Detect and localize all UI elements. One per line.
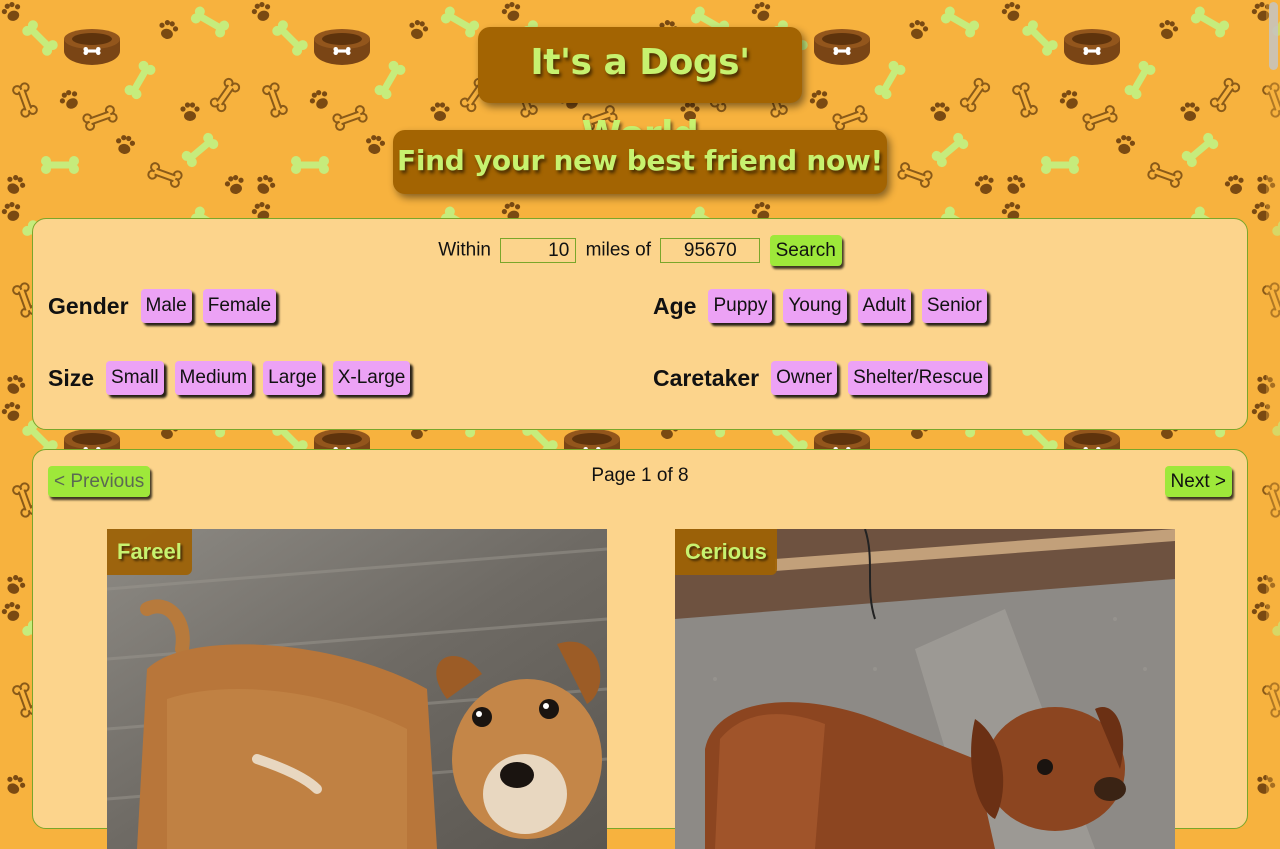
size-label: Size <box>48 364 95 391</box>
size-large-chip[interactable]: Large <box>263 361 322 395</box>
site-title: It's a Dogs' World <box>478 27 802 155</box>
caretaker-filter: Caretaker Owner Shelter/Rescue <box>653 361 999 395</box>
pet-name: Fareel <box>107 529 192 575</box>
age-senior-chip[interactable]: Senior <box>921 289 987 323</box>
pet-photo <box>675 529 1175 849</box>
age-puppy-chip[interactable]: Puppy <box>708 289 773 323</box>
gender-filter: Gender Male Female <box>48 289 287 323</box>
caretaker-label: Caretaker <box>653 364 760 391</box>
gender-female-chip[interactable]: Female <box>202 289 277 323</box>
size-xlarge-chip[interactable]: X-Large <box>332 361 411 395</box>
search-button[interactable]: Search <box>769 235 842 266</box>
age-label: Age <box>653 292 697 319</box>
page-scrollbar[interactable] <box>1266 0 1280 800</box>
caretaker-owner-chip[interactable]: Owner <box>771 361 838 395</box>
age-filter: Age Puppy Young Adult Senior <box>653 289 998 323</box>
next-page-button[interactable]: Next > <box>1164 466 1232 497</box>
pet-photo <box>107 529 607 849</box>
size-medium-chip[interactable]: Medium <box>174 361 253 395</box>
scrollbar-thumb[interactable] <box>1269 2 1278 70</box>
size-filter: Size Small Medium Large X-Large <box>48 361 421 395</box>
radius-input[interactable] <box>500 238 577 263</box>
pet-card[interactable]: Fareel <box>107 529 607 849</box>
caretaker-shelter-chip[interactable]: Shelter/Rescue <box>848 361 989 395</box>
size-small-chip[interactable]: Small <box>106 361 164 395</box>
gender-male-chip[interactable]: Male <box>140 289 192 323</box>
page-indicator: Page 1 of 8 <box>591 465 689 486</box>
zip-code-input[interactable] <box>660 238 761 263</box>
results-panel: < Previous Page 1 of 8 Next > Fareel Cer… <box>32 449 1248 849</box>
miles-of-label: miles of <box>585 239 652 261</box>
age-adult-chip[interactable]: Adult <box>857 289 911 323</box>
within-label: Within <box>438 239 491 261</box>
age-young-chip[interactable]: Young <box>783 289 847 323</box>
pet-name: Cerious <box>675 529 777 575</box>
location-search-row: Within miles of Search <box>33 235 1247 266</box>
filter-panel: Within miles of Search Gender Male Femal… <box>32 218 1248 430</box>
gender-label: Gender <box>48 292 129 319</box>
pet-card[interactable]: Cerious <box>675 529 1175 849</box>
site-subtitle: Find your new best friend now! <box>393 130 887 194</box>
